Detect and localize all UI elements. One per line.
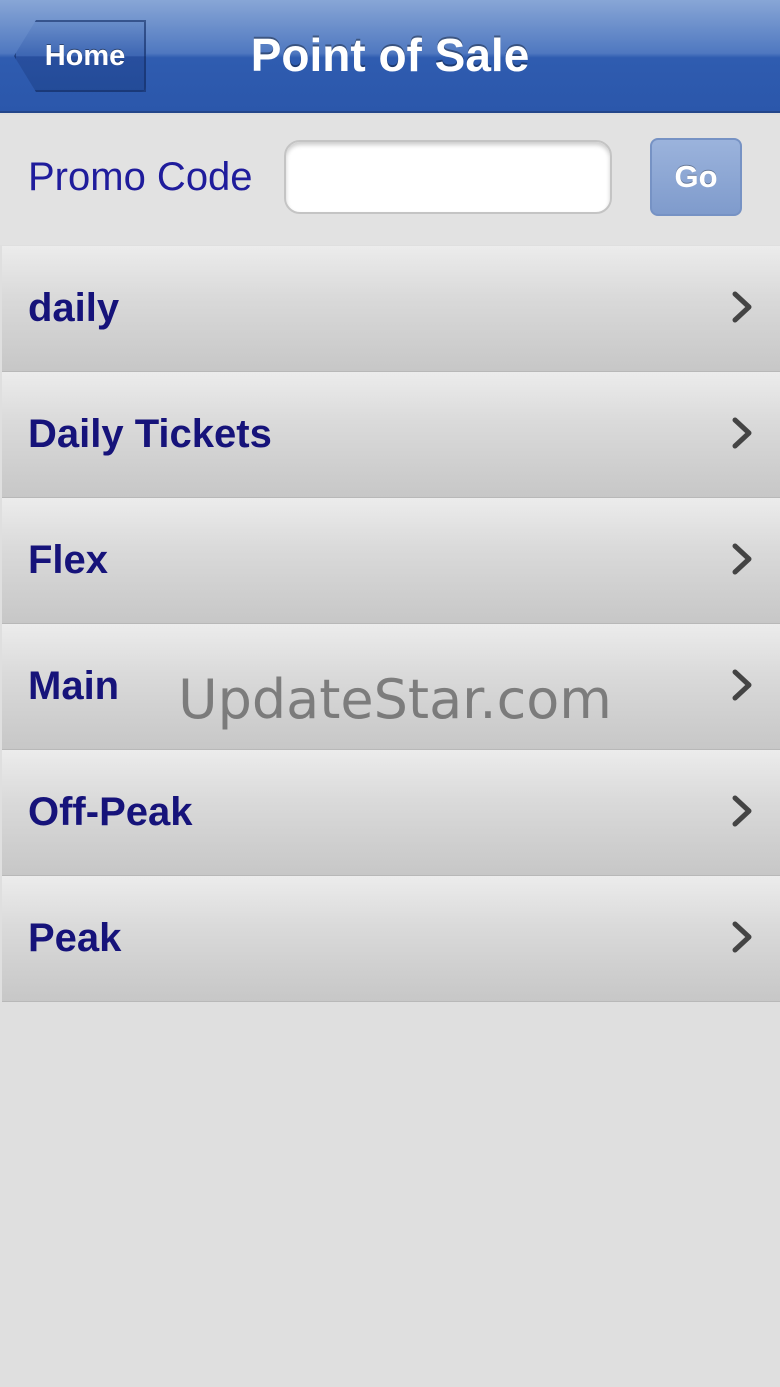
promo-code-label: Promo Code — [28, 155, 253, 199]
chevron-right-icon — [732, 417, 752, 449]
list-item-daily-tickets[interactable]: Daily Tickets — [2, 372, 780, 498]
chevron-right-icon — [732, 543, 752, 575]
point-of-sale-screen: Home Point of Sale Promo Code Go daily D… — [0, 0, 780, 1387]
list-item-off-peak[interactable]: Off-Peak — [2, 750, 780, 876]
chevron-right-icon — [732, 291, 752, 323]
promo-code-input[interactable] — [284, 140, 612, 214]
list-item-label: Flex — [28, 538, 109, 582]
list-item-daily[interactable]: daily — [2, 246, 780, 372]
list-item-main[interactable]: Main — [2, 624, 780, 750]
chevron-right-icon — [732, 921, 752, 953]
list-item-label: daily — [28, 286, 120, 330]
list-item-flex[interactable]: Flex — [2, 498, 780, 624]
ticket-category-list: daily Daily Tickets Flex Main Off-Peak P… — [2, 246, 780, 1002]
go-button[interactable]: Go — [650, 138, 742, 216]
navigation-bar: Home Point of Sale — [0, 0, 780, 113]
list-item-peak[interactable]: Peak — [2, 876, 780, 1002]
list-item-label: Daily Tickets — [28, 412, 272, 456]
page-title: Point of Sale — [250, 29, 530, 81]
chevron-right-icon — [732, 795, 752, 827]
list-item-label: Off-Peak — [28, 790, 193, 834]
list-item-label: Main — [28, 664, 120, 708]
go-button-label: Go — [674, 159, 718, 194]
chevron-right-icon — [732, 669, 752, 701]
list-item-label: Peak — [28, 916, 122, 960]
